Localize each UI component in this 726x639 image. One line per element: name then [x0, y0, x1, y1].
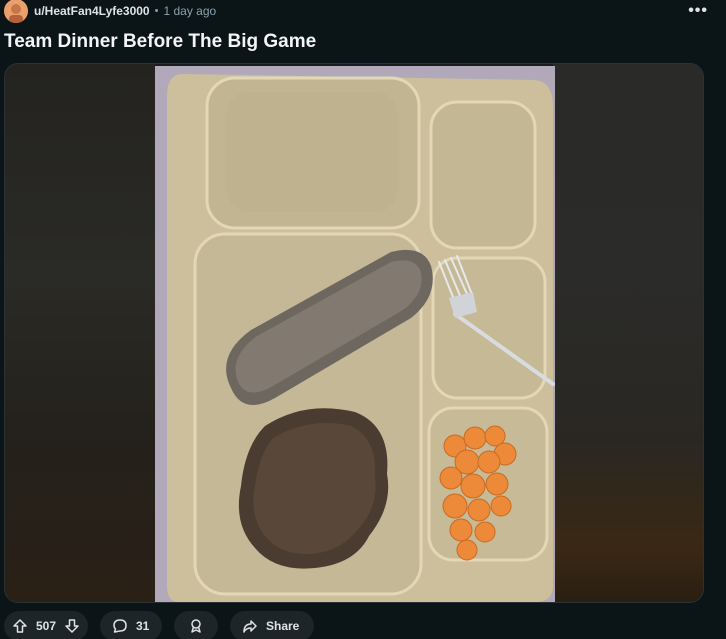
media-blur-right	[553, 64, 703, 602]
comments-button[interactable]: 31	[100, 611, 162, 639]
share-label: Share	[266, 619, 300, 633]
tray-photo	[155, 66, 555, 602]
vote-control: 507	[4, 611, 88, 639]
upvote-button[interactable]	[12, 618, 28, 634]
post-header: u/HeatFan4Lyfe3000 • 1 day ago •••	[4, 0, 722, 23]
award-button[interactable]	[174, 611, 218, 639]
downvote-arrow-icon	[65, 619, 79, 633]
more-options-button[interactable]: •••	[688, 2, 708, 20]
separator-dot: •	[154, 5, 159, 17]
media-blur-left	[5, 64, 155, 602]
share-arrow-icon	[243, 620, 257, 633]
post-timestamp: 1 day ago	[163, 4, 217, 18]
avatar-icon	[4, 0, 28, 23]
post-media[interactable]	[4, 63, 704, 603]
upvote-arrow-icon	[13, 619, 27, 633]
share-button[interactable]: Share	[230, 611, 314, 639]
author-username[interactable]: u/HeatFan4Lyfe3000	[34, 4, 150, 18]
comment-count: 31	[136, 619, 150, 633]
comment-bubble-icon	[113, 619, 127, 633]
downvote-button[interactable]	[64, 618, 80, 634]
post-action-bar: 507 31 Share	[4, 611, 314, 639]
award-icon	[191, 619, 201, 633]
avatar[interactable]	[4, 0, 28, 23]
vote-count: 507	[36, 619, 57, 633]
post-title[interactable]: Team Dinner Before The Big Game	[4, 31, 316, 53]
